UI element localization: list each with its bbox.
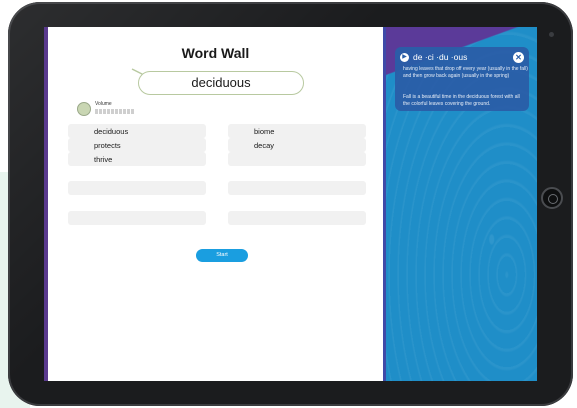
- list-item[interactable]: [228, 152, 366, 166]
- list-item[interactable]: [68, 211, 206, 225]
- definition-text: having leaves that drop off every year (…: [403, 66, 528, 79]
- camera-dot: [549, 32, 554, 37]
- word-item-deciduous[interactable]: deciduous: [94, 127, 128, 136]
- volume-slider[interactable]: [95, 109, 134, 114]
- list-item[interactable]: [68, 138, 206, 152]
- example-sentence: Fall is a beautiful time in the deciduou…: [403, 94, 520, 107]
- list-item[interactable]: [228, 124, 366, 138]
- current-word: deciduous: [191, 75, 251, 90]
- start-button[interactable]: Start: [196, 249, 248, 262]
- word-item-thrive[interactable]: thrive: [94, 155, 112, 164]
- definition-word: de ·ci ·du ·ous: [413, 52, 468, 62]
- list-item[interactable]: [228, 181, 366, 195]
- speaker-icon[interactable]: ▶: [400, 53, 409, 62]
- word-item-biome[interactable]: biome: [254, 127, 274, 136]
- volume-label: Volume: [95, 101, 112, 107]
- home-button[interactable]: [541, 187, 563, 209]
- close-icon[interactable]: ✕: [513, 52, 524, 63]
- volume-icon[interactable]: [77, 102, 91, 116]
- word-item-protects[interactable]: protects: [94, 141, 121, 150]
- list-item[interactable]: [68, 124, 206, 138]
- list-item[interactable]: [68, 181, 206, 195]
- list-item[interactable]: [68, 152, 206, 166]
- word-item-decay[interactable]: decay: [254, 141, 274, 150]
- page-title: Word Wall: [181, 45, 250, 61]
- list-item[interactable]: [228, 138, 366, 152]
- word-wall-panel: Word Wall deciduous Volume deciduous pro…: [48, 27, 383, 381]
- list-item[interactable]: [228, 211, 366, 225]
